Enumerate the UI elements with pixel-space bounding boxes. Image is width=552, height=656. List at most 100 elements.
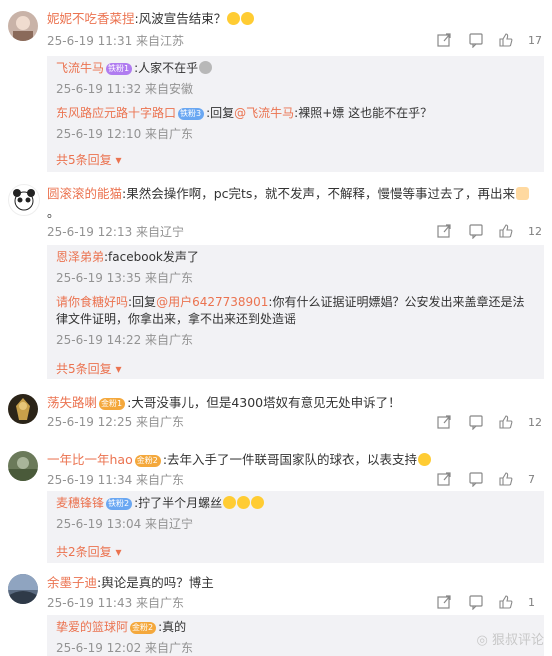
comment-icon[interactable] [468, 414, 484, 430]
thumbs-up-emoji-icon [515, 187, 529, 200]
comment-actions: 17 [436, 32, 546, 50]
reply-meta: 25-6-19 12:02 来自广东 [56, 641, 194, 655]
fan-badge: 铁粉1 [106, 63, 133, 75]
reply-text: :裸照+嫖 这也能不在乎？ [294, 106, 433, 120]
emoji-icon [227, 12, 241, 25]
reply-box: 麦穗锋锋 铁粉2:拧了半个月螺丝 25-6-19 13:04 来自辽宁 共2条回复… [47, 491, 544, 563]
emoji-icon [237, 496, 251, 509]
reply: 麦穗锋锋 铁粉2:拧了半个月螺丝 25-6-19 13:04 来自辽宁 [56, 495, 534, 532]
reply: 恩泽弟弟:facebook发声了 25-6-19 13:35 来自广东 [56, 249, 534, 286]
share-icon[interactable] [436, 414, 452, 430]
caret-down-icon: ▾ [115, 362, 122, 376]
replier-name[interactable]: 飞流牛马 [56, 61, 104, 75]
reply: 飞流牛马 铁粉1:人家不在乎 25-6-19 11:32 来自安徽 [56, 60, 534, 97]
commenter-name[interactable]: 圆滚滚的能猫 [47, 186, 122, 201]
share-icon[interactable] [436, 471, 452, 487]
like-count: 1 [528, 596, 535, 609]
comment-meta: 25-6-19 11:43 来自广东 [47, 596, 185, 610]
reply-text: :真的 [158, 620, 187, 634]
share-icon[interactable] [436, 32, 452, 48]
replier-name[interactable]: 恩泽弟弟 [56, 250, 104, 264]
like-icon[interactable] [498, 223, 514, 239]
fan-badge: 铁粉3 [178, 108, 205, 120]
comment-text: :大哥没事儿，但是4300塔奴有意见无处申诉了！ [127, 395, 401, 410]
replier-name[interactable]: 东风路应元路十字路口 [56, 106, 176, 120]
emoji-icon [223, 496, 237, 509]
more-replies-label: 共2条回复 [56, 545, 112, 559]
comment-text: :去年入手了一件联哥国家队的球衣，以表支持 [162, 452, 418, 467]
reply-text: :facebook发声了 [104, 250, 199, 264]
like-count: 7 [528, 473, 535, 486]
like-count: 17 [528, 34, 542, 47]
comment-actions: 12 [436, 414, 546, 432]
comment-text: :风波宣告结束？ [134, 11, 227, 26]
like-icon[interactable] [498, 594, 514, 610]
emoji-icon [241, 12, 255, 25]
avatar[interactable] [8, 574, 38, 604]
emoji-icon [418, 453, 432, 466]
like-count: 12 [528, 225, 542, 238]
share-icon[interactable] [436, 223, 452, 239]
reply: 请你食糖好吗:回复@用户6427738901:你有什么证据证明嫖娼？公安发出来盖… [56, 294, 534, 348]
avatar[interactable] [8, 451, 38, 481]
like-count: 12 [528, 416, 542, 429]
comment-actions: 7 [436, 471, 546, 489]
more-replies-link[interactable]: 共5条回复 ▾ [56, 151, 122, 168]
fan-badge: 金粉2 [130, 622, 157, 634]
like-icon[interactable] [498, 414, 514, 430]
comment-text: :果然会操作啊，pc完ts，就不发声，不解释，慢慢等事过去了，再出来 [122, 186, 515, 201]
comment-meta: 25-6-19 12:13 来自辽宁 [47, 225, 185, 239]
reply-meta: 25-6-19 12:10 来自广东 [56, 127, 194, 141]
avatar[interactable] [8, 184, 40, 216]
reply-meta: 25-6-19 11:32 来自安徽 [56, 82, 194, 96]
reply-box: 恩泽弟弟:facebook发声了 25-6-19 13:35 来自广东 请你食糖… [47, 245, 544, 379]
comment-actions: 12 [436, 223, 546, 241]
reply-box: 飞流牛马 铁粉1:人家不在乎 25-6-19 11:32 来自安徽 东风路应元路十… [47, 56, 544, 172]
commenter-name[interactable]: 一年比一年hao [47, 452, 133, 467]
comment-text: :舆论是真的吗？博主 [97, 575, 214, 590]
comment-icon[interactable] [468, 471, 484, 487]
reply: 挚爱的篮球阿 金粉2:真的 25-6-19 12:02 来自广东 [56, 619, 534, 656]
comment-icon[interactable] [468, 223, 484, 239]
comment-icon[interactable] [468, 32, 484, 48]
watermark: ◎ 狠叔评论 [477, 629, 545, 648]
reply-text: :回复 [128, 295, 157, 309]
replier-name[interactable]: 麦穗锋锋 [56, 496, 104, 510]
comment-meta: 25-6-19 12:25 来自广东 [47, 415, 185, 429]
comment-meta: 25-6-19 11:31 来自江苏 [47, 34, 185, 48]
comment-icon[interactable] [468, 594, 484, 610]
reply-meta: 25-6-19 14:22 来自广东 [56, 333, 194, 347]
replier-name[interactable]: 挚爱的篮球阿 [56, 620, 128, 634]
more-replies-label: 共5条回复 [56, 153, 112, 167]
more-replies-link[interactable]: 共2条回复 ▾ [56, 543, 122, 560]
reply-text: :回复 [206, 106, 235, 120]
like-icon[interactable] [498, 32, 514, 48]
watermark-text: 狠叔评论 [491, 633, 544, 648]
reply-text: :拧了半个月螺丝 [134, 496, 223, 510]
reply: 东风路应元路十字路口 铁粉3:回复@飞流牛马:裸照+嫖 这也能不在乎？ 25-6-… [56, 105, 534, 142]
reply-meta: 25-6-19 13:35 来自广东 [56, 271, 194, 285]
comment-text-continued: 。 [47, 205, 60, 220]
fan-badge: 铁粉2 [106, 498, 133, 510]
mention-link[interactable]: @用户6427738901 [156, 295, 268, 309]
commenter-name[interactable]: 妮妮不吃香菜捏 [47, 11, 135, 26]
emoji-icon [251, 496, 265, 509]
more-replies-label: 共5条回复 [56, 362, 112, 376]
fan-badge: 金粉1 [99, 398, 126, 410]
like-icon[interactable] [498, 471, 514, 487]
commenter-name[interactable]: 余墨子迪 [47, 575, 97, 590]
reply-text: :人家不在乎 [134, 61, 199, 75]
mention-link[interactable]: @飞流牛马 [234, 106, 294, 120]
caret-down-icon: ▾ [115, 545, 122, 559]
reply-box: 挚爱的篮球阿 金粉2:真的 25-6-19 12:02 来自广东 [47, 615, 544, 656]
avatar[interactable] [8, 394, 38, 424]
caret-down-icon: ▾ [115, 153, 122, 167]
commenter-name[interactable]: 荡失路喇 [47, 395, 97, 410]
more-replies-link[interactable]: 共5条回复 ▾ [56, 360, 122, 377]
watermark-logo-icon: ◎ [476, 633, 488, 648]
avatar[interactable] [8, 11, 38, 41]
replier-name[interactable]: 请你食糖好吗 [56, 295, 128, 309]
fan-badge: 金粉2 [134, 455, 161, 467]
emoji-icon [199, 61, 213, 74]
share-icon[interactable] [436, 594, 452, 610]
